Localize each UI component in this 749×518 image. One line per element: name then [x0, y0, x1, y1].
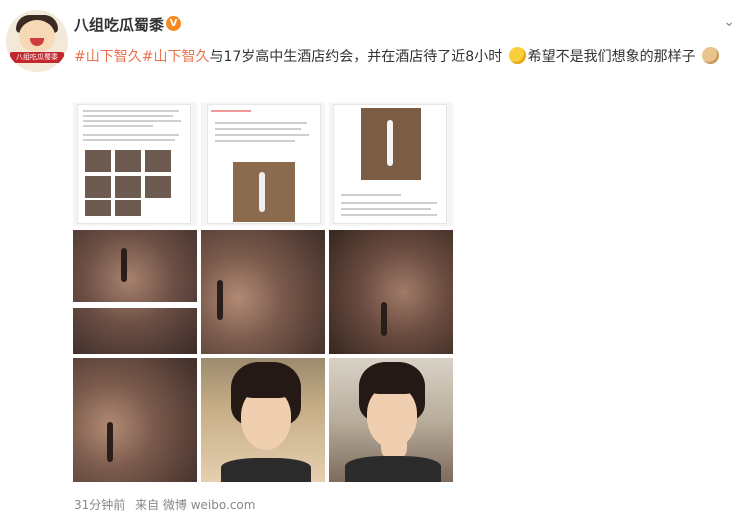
hashtag-link[interactable]: #山下智久	[74, 49, 142, 65]
chevron-down-icon[interactable]: ⌄	[723, 14, 735, 30]
mini-photo	[85, 200, 111, 216]
post-text: #山下智久#山下智久与17岁高中生酒店约会，并在酒店待了近8小时 希望不是我们想…	[74, 44, 724, 70]
image-thumb-8[interactable]	[201, 358, 325, 482]
text-line	[83, 120, 181, 122]
image-thumb-7[interactable]	[73, 358, 197, 482]
portrait-shirt	[345, 456, 441, 482]
mini-photo	[115, 150, 141, 172]
image-thumb-9[interactable]	[329, 358, 453, 482]
text-line	[83, 125, 153, 127]
person-figure	[387, 120, 393, 166]
post-text-main: 与17岁高中生酒店约会，并在酒店待了近8小时	[209, 49, 503, 65]
post-time[interactable]: 31分钟前	[74, 498, 125, 512]
weibo-post-card: 八组吃瓜蜀黍 八组吃瓜蜀黍 V ⌄ #山下智久#山下智久与17岁高中生酒店约会，…	[0, 0, 749, 518]
mini-photo	[115, 176, 141, 198]
text-line	[83, 110, 179, 112]
post-text-tail: 希望不是我们想象的那样子	[527, 49, 696, 65]
text-line	[211, 110, 251, 112]
person-figure	[121, 248, 127, 282]
person-figure	[259, 172, 265, 212]
divider	[73, 302, 197, 308]
mini-photo	[85, 150, 111, 172]
text-line	[83, 115, 173, 117]
image-thumb-6[interactable]	[329, 230, 453, 354]
text-line	[341, 214, 437, 216]
text-line	[215, 128, 301, 130]
text-line	[341, 194, 401, 196]
hashtag-link[interactable]: #山下智久	[142, 49, 210, 65]
portrait-shirt	[221, 458, 311, 482]
person-figure	[381, 302, 387, 336]
text-line	[215, 122, 307, 124]
image-grid	[73, 102, 453, 484]
avatar-face	[19, 20, 55, 52]
person-figure	[107, 422, 113, 462]
mini-photo	[145, 150, 171, 172]
portrait-fringe	[363, 366, 421, 394]
portrait-fringe	[237, 368, 295, 398]
doge-emoji-icon	[702, 47, 720, 64]
text-line	[215, 140, 295, 142]
image-thumb-4[interactable]	[73, 230, 197, 354]
post-meta: 31分钟前 来自 微博 weibo.com	[74, 496, 255, 513]
username[interactable]: 八组吃瓜蜀黍	[74, 14, 164, 35]
image-thumb-2[interactable]	[201, 102, 325, 226]
mini-photo	[115, 200, 141, 216]
post-source[interactable]: 来自 微博 weibo.com	[135, 498, 255, 512]
mini-photo	[85, 176, 111, 198]
verified-badge-icon: V	[166, 16, 181, 31]
text-line	[83, 139, 175, 141]
text-line	[341, 202, 437, 204]
image-thumb-1[interactable]	[73, 102, 197, 226]
text-line	[83, 134, 179, 136]
mini-photo	[145, 176, 171, 198]
image-thumb-3[interactable]	[329, 102, 453, 226]
person-figure	[217, 280, 223, 320]
image-thumb-5[interactable]	[201, 230, 325, 354]
avatar[interactable]: 八组吃瓜蜀黍	[6, 10, 68, 72]
text-line	[341, 208, 431, 210]
text-line	[215, 134, 309, 136]
avatar-caption: 八组吃瓜蜀黍	[10, 52, 64, 63]
sweat-emoji-icon	[508, 47, 526, 64]
